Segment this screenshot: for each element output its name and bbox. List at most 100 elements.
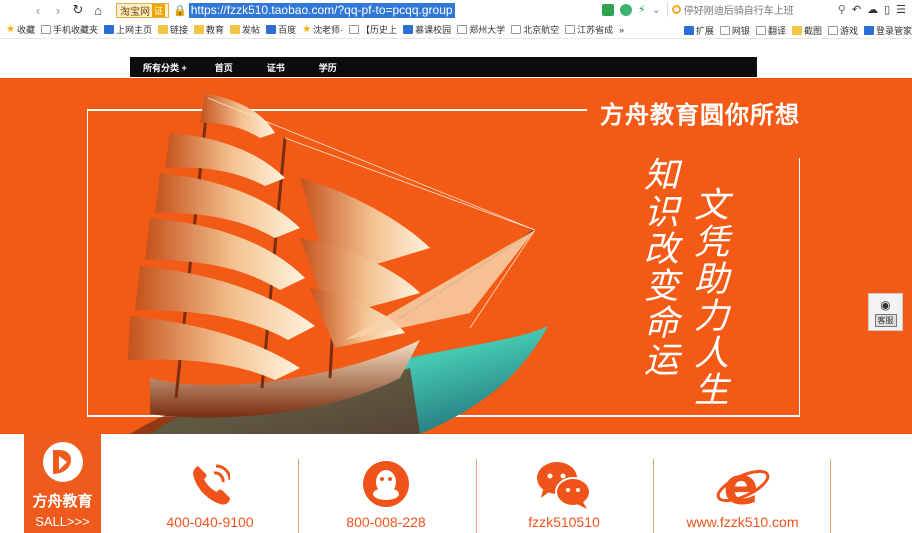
brand-sale-link[interactable]: SALL>>>	[24, 514, 101, 529]
lock-icon: 🔒	[173, 4, 187, 17]
cert-badge: 证	[152, 3, 166, 17]
bookmark-item-3[interactable]: 链接	[158, 23, 188, 36]
nav-certificates[interactable]: 证书	[267, 61, 285, 74]
bookmark-icon	[511, 25, 522, 34]
bookmark-label: 链接	[170, 25, 189, 35]
bookmark-item-11[interactable]: 北京航空	[511, 23, 559, 36]
contact-qq[interactable]: 800-008-228	[316, 434, 456, 533]
bookmark-label: 翻译	[767, 25, 786, 36]
bookmark-label: »	[619, 24, 625, 35]
phone-sync-icon[interactable]: ▯	[884, 3, 890, 16]
slogan-left: 知识改变命运	[638, 156, 678, 378]
address-bar[interactable]: https://fzzk510.taobao.com/?qq-pf-to=pcq…	[188, 2, 455, 18]
bookmark-icon	[403, 25, 414, 34]
bookmark-item-5[interactable]: 发帖	[230, 23, 260, 36]
bookmark-label: 【历史上	[361, 25, 398, 35]
bookmark-item-12[interactable]: 江苏省成	[565, 23, 613, 36]
back-button[interactable]: ‹	[28, 3, 48, 18]
bookmark-right-item-4[interactable]: 游戏	[827, 24, 858, 37]
forward-button[interactable]: ›	[48, 3, 68, 18]
bookmark-item-7[interactable]: ★ 沈老师·	[302, 23, 343, 36]
toolbar-right: ⚡ ⌄ 停好刚迪后骑自行车上班 ⚲ ↶ ☁ ▯ ☰	[601, 2, 906, 17]
bookmark-item-4[interactable]: 教育	[194, 23, 224, 36]
contact-phone-label: 400-040-9100	[166, 514, 254, 530]
nav-home[interactable]: 首页	[215, 61, 233, 74]
bookmark-label: 扩展	[695, 25, 714, 36]
search-input[interactable]: 停好刚迪后骑自行车上班	[666, 2, 832, 17]
extension-icon[interactable]	[601, 3, 614, 16]
slogan-right: 文凭助力人生	[688, 186, 728, 408]
bookmark-icon	[719, 25, 730, 35]
contact-divider	[298, 459, 299, 533]
lightning-icon[interactable]: ⚡	[638, 3, 646, 16]
bookmark-label: 郑州大学	[469, 25, 506, 35]
bookmark-icon	[104, 25, 114, 34]
undo-icon[interactable]: ↶	[852, 3, 861, 16]
bookmark-label: 慕课校园	[415, 25, 452, 35]
nav-all-categories[interactable]: 所有分类 +	[143, 61, 187, 74]
contact-wechat[interactable]: fzzk510510	[494, 434, 634, 533]
contact-website-label: www.fzzk510.com	[686, 514, 799, 530]
contact-divider	[830, 459, 831, 533]
brand-box[interactable]: 方舟教育 SALL>>>	[24, 434, 101, 533]
customer-service-widget[interactable]: ◉ 客服	[868, 293, 903, 331]
bookmark-icon	[863, 25, 874, 35]
bookmark-label: 江苏省成	[577, 25, 614, 35]
bookmark-icon	[457, 25, 468, 34]
contact-phone[interactable]: 400-040-9100	[140, 434, 280, 533]
search-engine-icon	[671, 5, 681, 14]
dropdown-icon[interactable]: ⌄	[652, 3, 661, 16]
bookmark-label: 收藏	[16, 25, 35, 35]
reload-button[interactable]: ↻	[68, 2, 88, 18]
ie-icon: e	[716, 460, 770, 510]
folder-icon	[158, 25, 169, 34]
contact-divider	[476, 459, 477, 533]
contact-website[interactable]: e www.fzzk510.com	[670, 434, 815, 533]
hero-banner[interactable]: 方舟教育圆你所想 知识改变命运 文凭助力人生	[0, 78, 912, 434]
bookmark-right-item-0[interactable]: 扩展	[683, 24, 714, 37]
search-icon[interactable]: ⚲	[838, 3, 846, 16]
bookmark-item-1[interactable]: 手机收藏夹	[40, 23, 98, 36]
bookmark-icon	[565, 25, 576, 34]
bookmark-item-13[interactable]: »	[619, 25, 624, 35]
bookmark-item-9[interactable]: 慕课校园	[403, 23, 451, 36]
menu-icon[interactable]: ☰	[896, 3, 906, 16]
star-icon: ★	[302, 24, 312, 35]
search-placeholder: 停好刚迪后骑自行车上班	[683, 6, 794, 17]
contact-divider	[653, 459, 654, 533]
bookmark-item-2[interactable]: 上网主页	[104, 23, 152, 36]
bookmark-item-0[interactable]: ★ 收藏	[6, 23, 35, 36]
bookmark-right-item-2[interactable]: 翻译	[755, 24, 786, 37]
wechat-icon	[537, 462, 591, 509]
contact-qq-label: 800-008-228	[346, 514, 426, 530]
bookmark-right-item-1[interactable]: 网银	[719, 24, 750, 37]
bookmark-label: 北京航空	[523, 25, 560, 35]
bookmark-label: 截图	[803, 25, 822, 36]
gear-icon[interactable]	[619, 3, 632, 16]
customer-service-button[interactable]: 客服	[874, 313, 897, 327]
banner-headline: 方舟教育圆你所想	[600, 101, 800, 129]
nav-degrees[interactable]: 学历	[319, 61, 337, 74]
bookmark-item-6[interactable]: 百度	[266, 23, 296, 36]
store-nav: 所有分类 + 首页 证书 学历	[130, 57, 757, 77]
bookmark-label: 手机收藏夹	[52, 25, 98, 35]
bookmark-icon	[827, 25, 838, 35]
bookmarks-right: 扩展 网银 翻译 截图 游戏 登录管家	[677, 21, 912, 38]
bookmarks-bar: ★ 收藏 手机收藏夹 上网主页 链接 教育 发帖 百度 ★ 沈老师· 【历史上 慕课校园 郑州大学 北京航…	[0, 21, 912, 39]
bookmark-right-item-5[interactable]: 登录管家	[863, 24, 912, 37]
home-button[interactable]: ⌂	[88, 3, 108, 18]
bookmark-icon	[349, 25, 360, 34]
star-icon: ★	[6, 24, 15, 35]
bookmark-label: 网银	[731, 25, 750, 36]
browser-toolbar: ‹ › ↻ ⌂ 淘宝网 证 🔒 https://fzzk510.taobao.c…	[0, 0, 912, 20]
bookmark-icon	[755, 25, 766, 35]
bookmark-item-10[interactable]: 郑州大学	[457, 23, 505, 36]
bookmark-right-item-3[interactable]: 截图	[791, 24, 822, 37]
bookmark-item-8[interactable]: 【历史上	[349, 23, 397, 36]
site-identity-chip[interactable]: 淘宝网 证	[116, 2, 170, 18]
sailing-ship-illustration	[128, 93, 548, 434]
svg-text:e: e	[723, 460, 758, 510]
cloud-icon[interactable]: ☁	[867, 3, 878, 16]
phone-icon	[193, 464, 230, 505]
bookmarks-left: ★ 收藏 手机收藏夹 上网主页 链接 教育 发帖 百度 ★ 沈老师· 【历史上 慕课校园 郑州大学 北京航…	[0, 23, 624, 36]
